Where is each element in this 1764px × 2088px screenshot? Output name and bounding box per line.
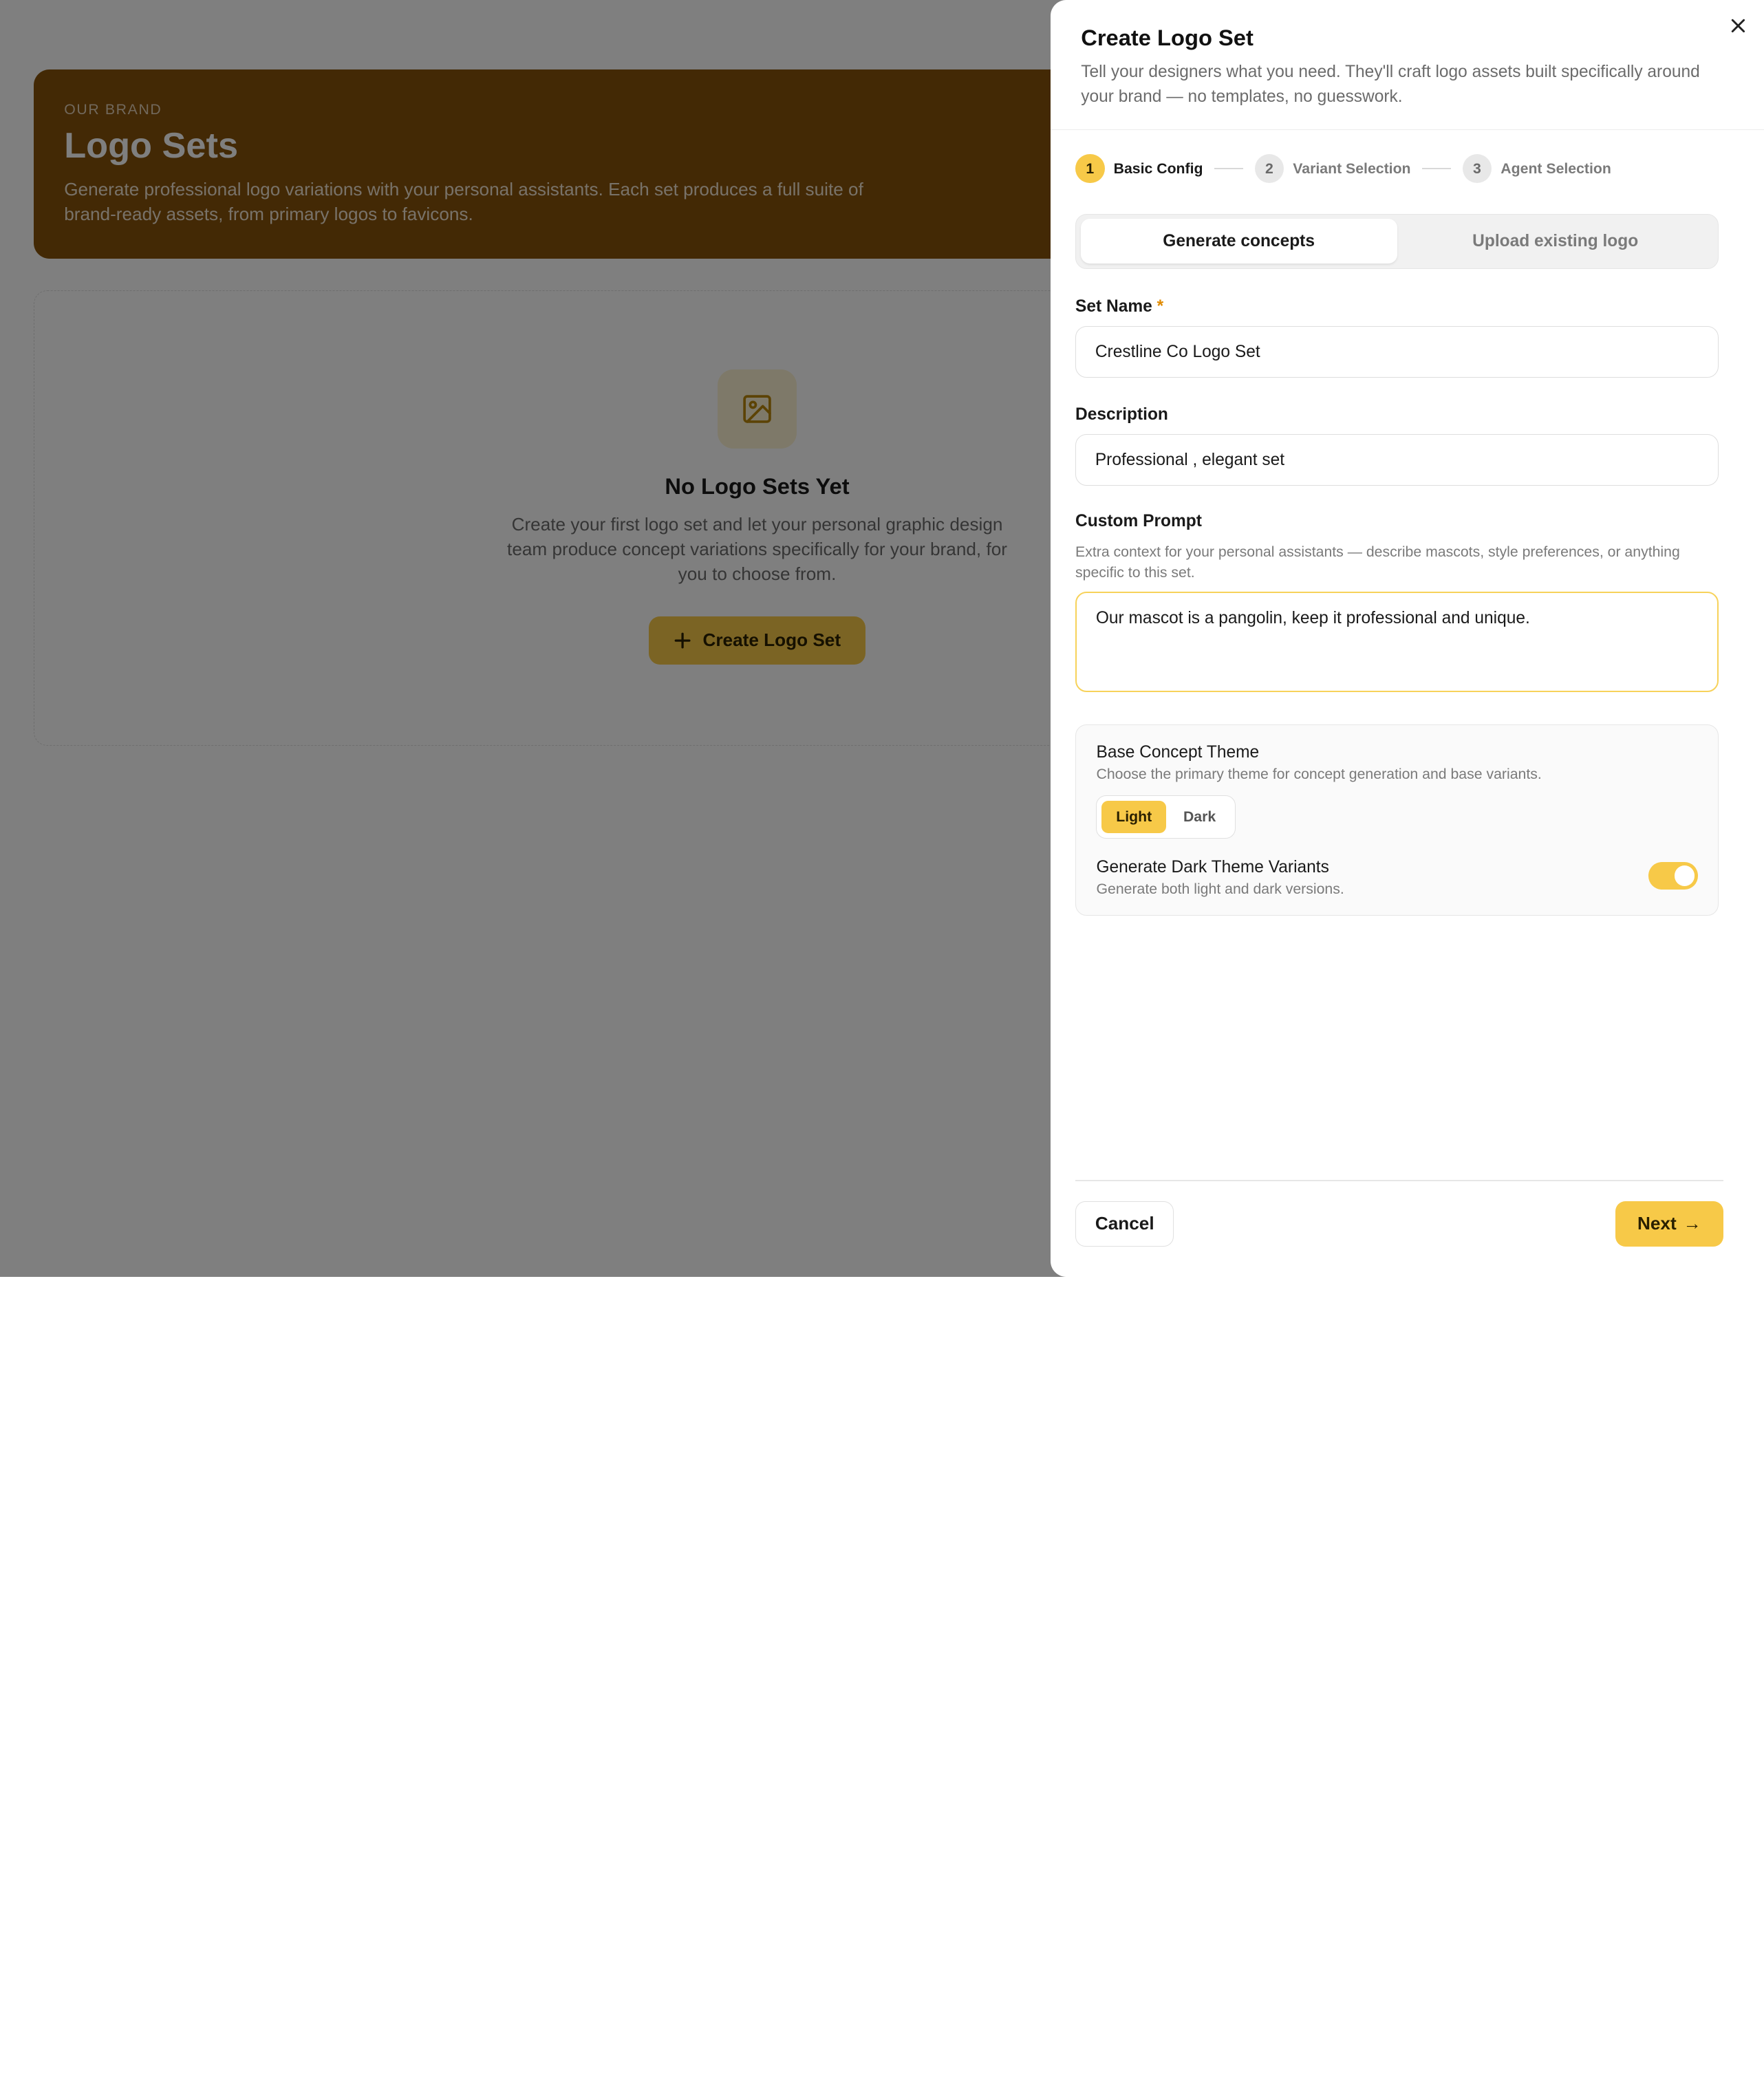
cancel-button[interactable]: Cancel [1075,1201,1174,1247]
tab-generate-concepts[interactable]: Generate concepts [1080,219,1397,264]
dark-variants-row: Generate Dark Theme Variants Generate bo… [1096,857,1698,898]
next-label: Next [1637,1213,1677,1234]
step-connector [1214,168,1244,170]
description-label: Description [1075,405,1168,424]
theme-option-dark[interactable]: Dark [1169,801,1231,834]
set-name-input[interactable]: Crestline Co Logo Set [1075,326,1719,378]
step-basic-config[interactable]: 1 Basic Config [1075,153,1203,184]
dark-variants-toggle[interactable] [1648,862,1698,890]
dark-variants-subtitle: Generate both light and dark versions. [1096,880,1344,897]
theme-settings-card: Base Concept Theme Choose the primary th… [1075,724,1719,916]
base-theme-title: Base Concept Theme [1096,743,1260,762]
toggle-knob [1674,865,1695,886]
step-number: 2 [1254,153,1284,184]
description-input[interactable]: Professional , elegant set [1075,434,1719,486]
step-connector [1421,168,1452,170]
create-logo-set-drawer: Create Logo Set Tell your designers what… [1051,0,1764,1277]
custom-prompt-textarea[interactable]: Our mascot is a pangolin, keep it profes… [1075,592,1719,692]
required-marker: * [1157,297,1164,316]
mode-tabs: Generate concepts Upload existing logo [1075,213,1719,269]
close-button[interactable] [1725,14,1750,39]
dark-variants-title: Generate Dark Theme Variants [1096,857,1329,876]
step-label: Agent Selection [1501,160,1611,177]
drawer-subtitle: Tell your designers what you need. They'… [1081,63,1700,107]
theme-segmented-control: Light Dark [1096,795,1236,839]
step-agent-selection[interactable]: 3 Agent Selection [1462,153,1611,184]
step-number: 3 [1462,153,1492,184]
next-button[interactable]: Next → [1615,1201,1723,1247]
step-label: Variant Selection [1293,160,1411,177]
theme-option-light[interactable]: Light [1101,800,1167,834]
step-label: Basic Config [1113,160,1203,177]
custom-prompt-label: Custom Prompt [1075,511,1202,530]
footer-divider [1075,1180,1723,1181]
arrow-right-icon: → [1683,1213,1701,1234]
viewport: OUR BRAND Logo Sets Generate professiona… [0,0,1764,1277]
drawer-title: Create Logo Set [1081,24,1254,50]
close-icon [1731,19,1745,33]
custom-prompt-helper: Extra context for your personal assistan… [1075,543,1680,581]
stepper: 1 Basic Config 2 Variant Selection 3 Age… [1075,153,1611,184]
tab-upload-existing-logo[interactable]: Upload existing logo [1397,219,1714,263]
drawer-header: Create Logo Set Tell your designers what… [1051,0,1764,131]
step-number: 1 [1075,153,1105,184]
base-theme-subtitle: Choose the primary theme for concept gen… [1096,765,1542,782]
set-name-label-text: Set Name [1075,297,1152,316]
set-name-label: Set Name * [1075,297,1163,316]
step-variant-selection[interactable]: 2 Variant Selection [1254,153,1411,184]
